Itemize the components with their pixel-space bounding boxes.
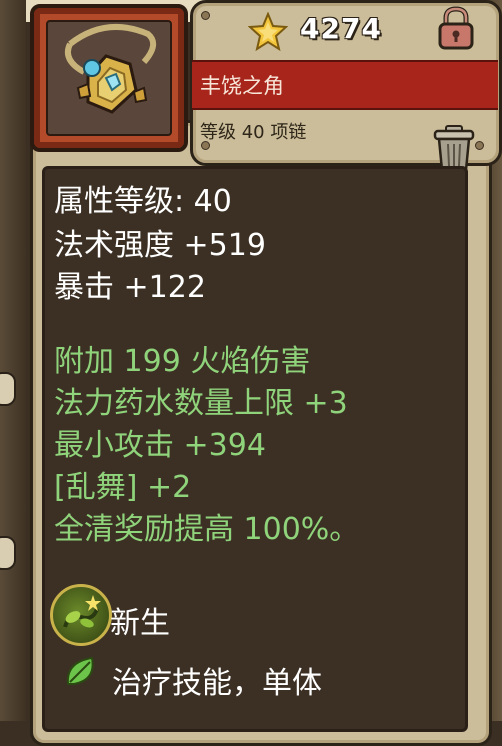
- item-icon-frame[interactable]: [30, 4, 188, 152]
- skill-rebirth-icon[interactable]: [50, 584, 112, 646]
- bonus-line: 附加 199 火焰伤害: [54, 344, 311, 379]
- skill-name: 新生: [110, 606, 170, 641]
- stat-line: 暴击 +122: [54, 270, 206, 305]
- rivet: [475, 141, 484, 150]
- necklace-icon: [46, 20, 172, 136]
- left-scroll-knob: [0, 372, 16, 406]
- left-scroll-knob: [0, 536, 16, 570]
- bonus-line: 最小攻击 +394: [54, 428, 266, 463]
- star-coin-icon: [247, 11, 289, 56]
- stat-line: 法术强度 +519: [54, 228, 266, 263]
- rivet: [201, 11, 210, 20]
- left-background: [0, 0, 26, 721]
- bonus-line: [乱舞] +2: [54, 470, 192, 505]
- skill-description: 治疗技能，单体: [112, 666, 322, 701]
- bonus-line: 法力药水数量上限 +3: [54, 386, 348, 421]
- lock-icon[interactable]: [436, 6, 476, 54]
- item-level-type: 等级 40 项链: [200, 122, 307, 143]
- stat-line: 属性等级: 40: [54, 184, 232, 219]
- leaf-icon: [64, 654, 98, 692]
- item-price: 4274: [300, 12, 382, 45]
- item-name: 丰饶之角: [200, 74, 284, 98]
- bonus-line: 全清奖励提高 100%。: [54, 512, 360, 547]
